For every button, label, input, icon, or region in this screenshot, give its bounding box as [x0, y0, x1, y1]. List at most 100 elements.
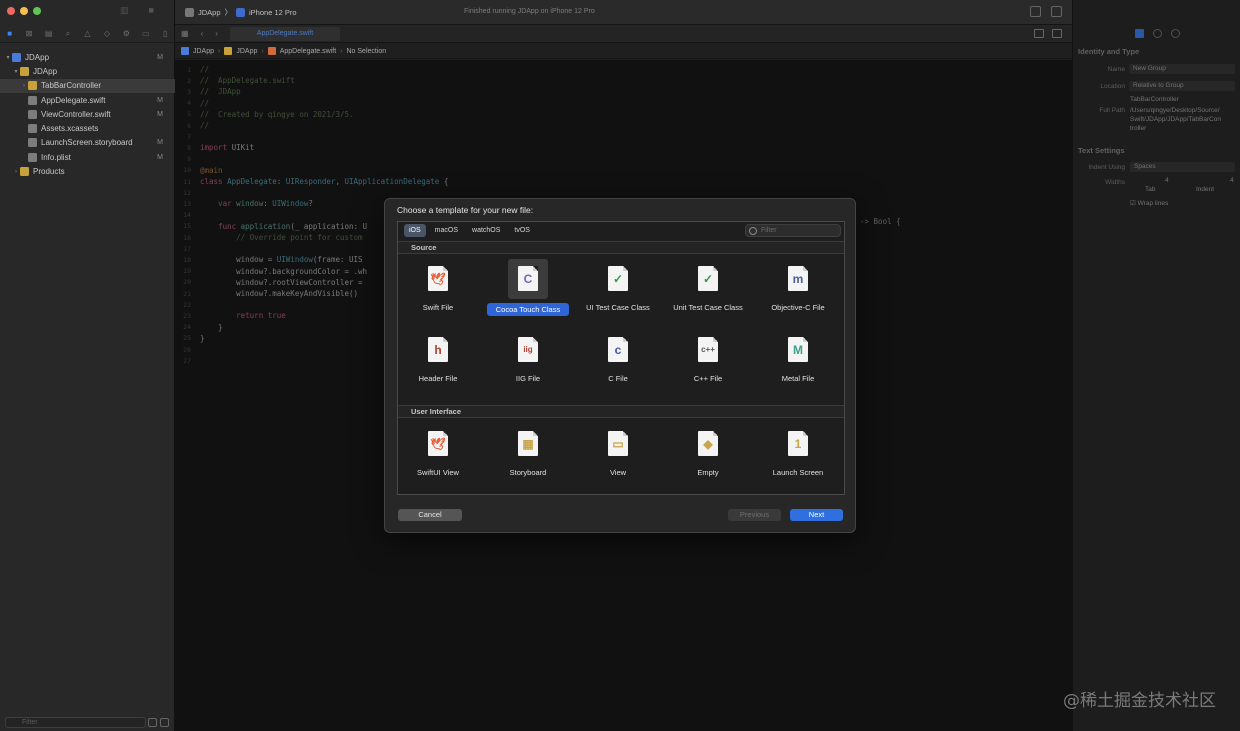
template-tile[interactable]: ✓ UI Test Case Class [577, 259, 659, 312]
template-tile[interactable]: ▭ View [577, 424, 659, 477]
project-navigator-tab-icon[interactable]: ■ [5, 29, 15, 39]
stop-icon[interactable]: ■ [149, 5, 154, 16]
hide-navigator-icon[interactable]: ▥ [120, 5, 129, 16]
jumpbar-item[interactable]: No Selection [346, 48, 386, 55]
source-control-badge: M [157, 153, 163, 161]
source-control-badge: M [157, 110, 163, 118]
template-filter-input[interactable]: Filter [745, 224, 841, 237]
source-control-badge: M [157, 53, 163, 61]
tree-item[interactable]: ▾ JDApp M [0, 50, 175, 64]
template-file-icon: 1 [788, 431, 808, 456]
template-name: Swift File [422, 303, 454, 312]
template-name: UI Test Case Class [586, 303, 650, 312]
template-tile[interactable]: 1 Launch Screen [757, 424, 839, 477]
editor-options-icon[interactable] [1034, 29, 1044, 38]
swift-file-icon [267, 47, 276, 55]
tree-item[interactable]: AppDelegate.swift M [0, 93, 175, 107]
chevron-right-icon: 〉 [224, 8, 233, 17]
watermark: @稀土掘金技术社区 [1063, 691, 1216, 711]
template-file-icon: 🕊 [428, 266, 448, 291]
jumpbar-item[interactable]: JDApp [236, 48, 257, 55]
back-icon[interactable]: ‹ [201, 29, 204, 38]
file-tree: ▾ JDApp M ▾ JDApp › TabBarController AppDelegat… [0, 50, 175, 179]
toolbar: JDApp 〉 iPhone 12 Pro Finished running J… [175, 0, 1072, 25]
scheme-selector[interactable]: JDApp 〉 iPhone 12 Pro [185, 7, 297, 18]
template-file-icon: 🕊 [428, 431, 448, 456]
template-tile[interactable]: c++ C++ File [667, 330, 749, 383]
template-icon-wrap: ✓ [598, 259, 638, 299]
navigator-filter-input[interactable]: Filter [5, 717, 146, 728]
template-file-icon: ▦ [518, 431, 538, 456]
template-icon-wrap: M [778, 330, 818, 370]
toggle-inspector-icon[interactable] [1051, 6, 1062, 17]
template-tile[interactable]: ✓ Unit Test Case Class [667, 259, 749, 312]
template-tile[interactable]: 🕊 Swift File [397, 259, 479, 312]
disclosure-icon[interactable]: ▾ [12, 68, 20, 75]
zoom-window-button[interactable] [33, 7, 41, 15]
tree-item[interactable]: Info.plist M [0, 150, 175, 164]
previous-button[interactable]: Previous [728, 509, 781, 521]
forward-icon[interactable]: › [215, 29, 218, 38]
template-tile[interactable]: iig IIG File [487, 330, 569, 383]
tab-appdelegate[interactable]: AppDelegate.swift [230, 27, 340, 41]
section-header-user-interface: User Interface [398, 405, 844, 418]
library-icon[interactable] [1030, 6, 1041, 17]
source-control-badge: M [157, 139, 163, 147]
template-icon-wrap: c [598, 330, 638, 370]
template-tile[interactable]: h Header File [397, 330, 479, 383]
symbol-tab-icon[interactable]: ▤ [44, 29, 54, 39]
debug-tab-icon[interactable]: ⚙ [121, 29, 131, 39]
tree-item[interactable]: ▾ JDApp [0, 64, 175, 78]
source-control-tab-icon[interactable]: ⊠ [24, 29, 34, 39]
template-tile[interactable]: ◆ Empty [667, 424, 749, 477]
disclosure-icon[interactable]: › [12, 169, 20, 175]
jumpbar-item[interactable]: JDApp [193, 48, 214, 55]
template-icon-wrap: ▦ [508, 424, 548, 464]
folder-icon [28, 81, 37, 91]
tree-item[interactable]: › Products [0, 164, 175, 178]
platform-tab-ios[interactable]: iOS [404, 224, 426, 237]
toolbar-right-buttons [1030, 6, 1062, 17]
template-tile[interactable]: c C File [577, 330, 659, 383]
source-control-badge: M [157, 96, 163, 104]
platform-tab-tvos[interactable]: tvOS [509, 224, 535, 237]
next-button[interactable]: Next [790, 509, 843, 521]
cancel-button[interactable]: Cancel [398, 509, 462, 521]
scheme-project-label: JDApp [198, 8, 221, 17]
chevron-right-icon: › [340, 47, 343, 55]
split-editor-icon[interactable] [1052, 29, 1062, 38]
find-tab-icon[interactable]: ⌕ [63, 29, 73, 39]
template-tile[interactable]: M Metal File [757, 330, 839, 383]
jumpbar-item[interactable]: AppDelegate.swift [280, 48, 336, 55]
tree-item[interactable]: LaunchScreen.storyboard M [0, 136, 175, 150]
template-file-icon: m [788, 266, 808, 291]
platform-segmented-control: iOS macOS watchOS tvOS [404, 224, 535, 237]
template-tile[interactable]: C Cocoa Touch Class [487, 259, 569, 316]
related-items-icon[interactable]: ▦ [181, 29, 189, 38]
breakpoint-tab-icon[interactable]: ▭ [141, 29, 151, 39]
disclosure-icon[interactable]: › [20, 83, 28, 89]
template-tile[interactable]: m Objective-C File [757, 259, 839, 312]
editor-options [1034, 29, 1062, 38]
recent-files-icon[interactable] [160, 718, 169, 727]
minimize-window-button[interactable] [20, 7, 28, 15]
tree-item[interactable]: Assets.xcassets [0, 121, 175, 135]
test-tab-icon[interactable]: ◇ [102, 29, 112, 39]
platform-tab-watchos[interactable]: watchOS [467, 224, 505, 237]
template-icon-wrap: ◆ [688, 424, 728, 464]
report-tab-icon[interactable]: ▯ [160, 29, 170, 39]
tree-item[interactable]: › TabBarController [0, 78, 175, 93]
tab-controls: ▦ ‹ › [181, 29, 218, 38]
issue-tab-icon[interactable]: △ [82, 29, 92, 39]
template-tile[interactable]: ▦ Storyboard [487, 424, 569, 477]
template-tile[interactable]: 🕊 SwiftUI View [397, 424, 479, 477]
tree-item[interactable]: ViewController.swift M [0, 107, 175, 121]
platform-tab-macos[interactable]: macOS [430, 224, 463, 237]
add-filter-icon[interactable] [148, 718, 157, 727]
template-file-icon: h [428, 337, 448, 362]
disclosure-icon[interactable]: ▾ [4, 54, 12, 61]
scheme-device-label: iPhone 12 Pro [249, 8, 297, 17]
close-window-button[interactable] [7, 7, 15, 15]
tree-item-label: AppDelegate.swift [41, 95, 106, 105]
template-icon-wrap: 🕊 [418, 259, 458, 299]
